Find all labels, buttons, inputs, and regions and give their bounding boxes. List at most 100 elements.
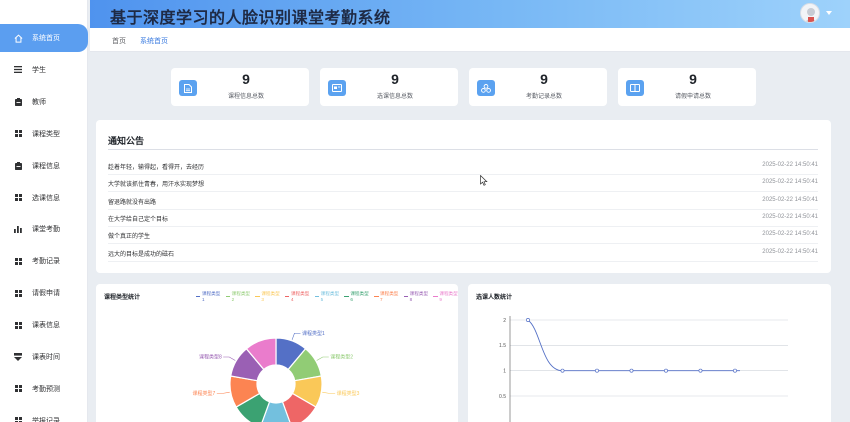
- notice-item-text[interactable]: 大学就该抓住青春，用汗水实现梦想: [108, 179, 204, 188]
- pie-label-line: [291, 332, 301, 340]
- sidebar-item-13[interactable]: 举报记录: [0, 407, 88, 422]
- sidebar-item-label: 考勤预测: [32, 385, 60, 393]
- grid-icon: [12, 130, 24, 138]
- sidebar-item-label: 课表时间: [32, 354, 60, 361]
- stat-value: 9: [540, 71, 548, 87]
- mouse-cursor-icon: [480, 175, 488, 186]
- grid-icon: [12, 194, 24, 201]
- sidebar-item-label: 课程类型: [32, 130, 60, 138]
- notice-item-time: 2025-02-22 14:50:41: [762, 179, 818, 186]
- course-type-chart-panel: 课程类型统计 课程类型1 课程类型2 课程类型3 课程类型4 课程类型5 课程类型6 课程类…: [96, 284, 458, 422]
- stat-label: 选课信息总数: [376, 94, 413, 100]
- notice-item-time: 2025-02-22 14:50:41: [762, 231, 818, 238]
- y-tick-label: 1.5: [499, 343, 506, 349]
- grid-icon: [12, 321, 24, 329]
- stat-card: 9 课程信息总数: [171, 68, 309, 106]
- menu-icon: [12, 66, 24, 74]
- notice-item-text[interactable]: 留退路就没有出路: [108, 197, 156, 206]
- pie-slice-label: 课程类型8: [199, 354, 222, 361]
- sidebar-item-label: 课堂考勤: [32, 226, 60, 234]
- breadcrumb-current[interactable]: 系统首页: [140, 36, 168, 46]
- notice-item-text[interactable]: 在大学给自己定个目标: [108, 214, 168, 223]
- app-title: 基于深度学习的人脸识别课堂考勤系统: [110, 10, 391, 27]
- book-icon: [626, 80, 644, 96]
- pie-label-line: [316, 356, 329, 361]
- sidebar-item-8[interactable]: 考勤记录: [0, 247, 88, 275]
- cluster-icon: [477, 80, 495, 96]
- notice-title: 通知公告: [108, 136, 145, 146]
- stat-value: 9: [391, 71, 399, 87]
- notice-item-time: 2025-02-22 14:50:41: [762, 213, 818, 220]
- breadcrumb-home[interactable]: 首页: [112, 36, 126, 46]
- app-header: 基于深度学习的人脸识别课堂考勤系统: [90, 0, 850, 28]
- sidebar: 系统首页学生教师课程类型课程信息选课信息课堂考勤考勤记录请假申请课表信息课表时间…: [0, 0, 88, 422]
- sidebar-item-label: 学生: [32, 66, 46, 74]
- document-icon: [179, 80, 197, 96]
- data-point[interactable]: [560, 368, 565, 373]
- notice-panel: 通知公告 趁着年轻，输得起，看得开，去经历 2025-02-22 14:50:41…: [96, 120, 831, 273]
- pie-label-line: [322, 391, 336, 394]
- sidebar-item-label: 系统首页: [32, 35, 60, 42]
- notice-item[interactable]: 趁着年轻，输得起，看得开，去经历 2025-02-22 14:50:41: [108, 158, 818, 175]
- sidebar-item-11[interactable]: 课表时间: [0, 343, 88, 371]
- breadcrumb: 首页 系统首页: [90, 28, 850, 52]
- stat-card: 9 请假申请总数: [618, 68, 756, 106]
- notice-item[interactable]: 在大学给自己定个目标 2025-02-22 14:50:41: [108, 210, 818, 227]
- stat-label: 请假申请总数: [674, 94, 711, 100]
- course-type-pie-chart: 课程类型1 课程类型2 课程类型3 课程类型7 课程类型8: [193, 330, 360, 422]
- divider: [108, 149, 818, 150]
- grid-icon: [12, 257, 24, 265]
- sidebar-item-label: 考勤记录: [32, 258, 60, 266]
- notice-item[interactable]: 做个真正的学生 2025-02-22 14:50:41: [108, 227, 818, 245]
- pie-slice-label: 课程类型7: [193, 390, 216, 397]
- sidebar-item-4[interactable]: 课程类型: [0, 120, 88, 148]
- pie-slice-label: 课程类型3: [337, 390, 360, 397]
- notice-item-text[interactable]: 做个真正的学生: [108, 231, 150, 240]
- user-avatar[interactable]: [800, 3, 820, 23]
- stat-value: 9: [242, 71, 250, 87]
- clipboard-icon: [12, 161, 24, 170]
- sidebar-item-2[interactable]: 学生: [0, 56, 88, 84]
- sidebar-item-label: 选课信息: [32, 194, 60, 202]
- sidebar-item-6[interactable]: 选课信息: [0, 184, 88, 212]
- pie-label-line: [223, 356, 236, 361]
- clipboard-icon: [12, 97, 24, 106]
- y-tick-label: 2: [503, 318, 506, 324]
- sidebar-item-label: 课程信息: [32, 162, 60, 170]
- notice-item-time: 2025-02-22 14:50:41: [762, 248, 818, 255]
- grid-icon: [12, 385, 24, 393]
- grid-icon: [12, 289, 24, 297]
- pie-slice-label: 课程类型1: [302, 330, 325, 337]
- data-point[interactable]: [664, 368, 668, 373]
- sidebar-item-5[interactable]: 课程信息: [0, 152, 88, 180]
- notice-item-time: 2025-02-22 14:50:41: [762, 162, 818, 168]
- sidebar-item-7[interactable]: 课堂考勤: [0, 215, 88, 243]
- notice-item[interactable]: 大学就该抓住青春，用汗水实现梦想 2025-02-22 14:50:41: [108, 175, 818, 193]
- data-point[interactable]: [698, 368, 703, 373]
- sidebar-item-label: 请假申请: [32, 290, 60, 298]
- data-point[interactable]: [733, 368, 737, 373]
- notice-item-text[interactable]: 趁着年轻，输得起，看得开，去经历: [108, 162, 204, 171]
- notice-item-text[interactable]: 远大的目标是成功的磁石: [108, 249, 174, 258]
- pie-slice-label: 课程类型2: [330, 354, 353, 361]
- enrollment-chart-panel: 选课人数统计 0.5 1 1.5 2: [468, 284, 831, 422]
- enrollment-line-chart: 0.5 1 1.5 2: [499, 316, 788, 422]
- sidebar-item-label: 教师: [32, 98, 46, 106]
- sidebar-item-12[interactable]: 考勤预测: [0, 375, 88, 403]
- stat-label: 课程信息总数: [227, 94, 264, 100]
- sidebar-item-10[interactable]: 课表信息: [0, 311, 88, 339]
- stat-card: 9 选课信息总数: [320, 68, 458, 106]
- stat-card: 9 考勤记录总数: [469, 68, 607, 106]
- y-tick-label: 0.5: [499, 394, 506, 400]
- data-point[interactable]: [526, 318, 530, 322]
- sidebar-item-9[interactable]: 请假申请: [0, 279, 88, 307]
- sidebar-item-1[interactable]: 系统首页: [0, 24, 88, 52]
- data-point[interactable]: [595, 368, 599, 373]
- data-point[interactable]: [629, 368, 634, 373]
- stack-icon: [12, 353, 24, 361]
- chevron-down-icon[interactable]: [826, 11, 832, 15]
- grid-icon: [12, 417, 24, 422]
- sidebar-item-3[interactable]: 教师: [0, 88, 88, 116]
- notice-item[interactable]: 留退路就没有出路 2025-02-22 14:50:41: [108, 193, 818, 210]
- notice-item[interactable]: 远大的目标是成功的磁石 2025-02-22 14:50:41: [108, 245, 818, 262]
